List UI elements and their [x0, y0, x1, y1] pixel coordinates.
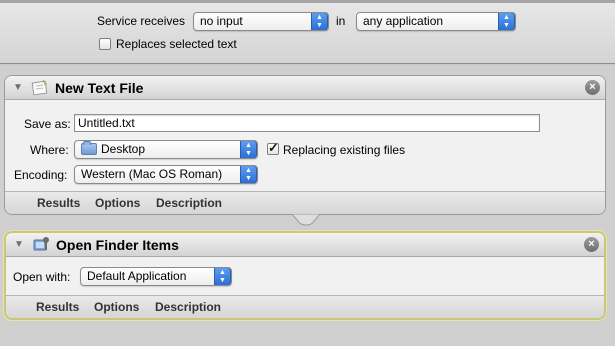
open-with-popup[interactable]: Default Application ▲ ▼	[80, 267, 232, 286]
input-type-value: no input	[200, 14, 243, 28]
popup-arrows-icon: ▲ ▼	[311, 13, 328, 30]
folder-icon	[81, 141, 97, 155]
encoding-popup[interactable]: Western (Mac OS Roman) ▲ ▼	[74, 165, 258, 184]
close-icon[interactable]: ×	[585, 80, 600, 95]
finder-icon	[33, 237, 49, 251]
action-header: ▼ New Text File ×	[5, 76, 605, 100]
replaces-selected-text-checkbox[interactable]	[99, 38, 111, 50]
replaces-selected-text-label: Replaces selected text	[116, 37, 237, 51]
close-icon[interactable]: ×	[584, 237, 599, 252]
in-label: in	[336, 14, 346, 28]
options-tab[interactable]: Options	[94, 300, 139, 314]
where-value: Desktop	[101, 142, 146, 156]
description-tab[interactable]: Description	[156, 196, 222, 210]
application-popup[interactable]: any application ▲ ▼	[356, 12, 516, 31]
save-as-value: Untitled.txt	[78, 116, 135, 130]
service-settings-bar: Service receives no input ▲ ▼ in any appl…	[0, 0, 615, 64]
encoding-label: Encoding:	[14, 168, 68, 182]
replacing-existing-files-label: Replacing existing files	[283, 143, 406, 157]
save-as-field[interactable]: Untitled.txt	[74, 114, 540, 132]
open-with-value: Default Application	[87, 269, 187, 283]
action-new-text-file[interactable]: ▼ New Text File × Save as: Untitled.txt …	[4, 75, 606, 215]
where-popup[interactable]: Desktop ▲ ▼	[74, 140, 258, 159]
action-connector	[292, 214, 320, 226]
popup-arrows-icon: ▲ ▼	[498, 13, 515, 30]
results-tab[interactable]: Results	[37, 196, 80, 210]
replacing-existing-files-checkbox[interactable]	[267, 140, 279, 156]
disclosure-triangle-icon[interactable]: ▼	[14, 239, 24, 250]
action-title: New Text File	[55, 80, 144, 96]
action-footer: Results Options Description	[6, 295, 604, 318]
action-title: Open Finder Items	[56, 237, 179, 253]
application-value: any application	[363, 14, 444, 28]
popup-arrows-icon: ▲ ▼	[214, 268, 231, 285]
save-as-label: Save as:	[24, 117, 71, 131]
popup-arrows-icon: ▲ ▼	[240, 166, 257, 183]
options-tab[interactable]: Options	[95, 196, 140, 210]
workflow-area: ▼ New Text File × Save as: Untitled.txt …	[0, 65, 615, 346]
input-type-popup[interactable]: no input ▲ ▼	[193, 12, 329, 31]
description-tab[interactable]: Description	[155, 300, 221, 314]
top-divider	[0, 0, 615, 3]
action-header: ▼ Open Finder Items ×	[6, 233, 604, 257]
popup-arrows-icon: ▲ ▼	[240, 141, 257, 158]
open-with-label: Open with:	[13, 270, 71, 284]
disclosure-triangle-icon[interactable]: ▼	[13, 82, 23, 93]
where-label: Where:	[30, 143, 69, 157]
action-open-finder-items[interactable]: ▼ Open Finder Items × Open with: Default…	[4, 231, 606, 320]
results-tab[interactable]: Results	[36, 300, 79, 314]
service-receives-label: Service receives	[97, 14, 186, 28]
action-footer: Results Options Description	[5, 191, 605, 214]
encoding-value: Western (Mac OS Roman)	[81, 167, 223, 181]
text-file-icon	[31, 79, 48, 96]
